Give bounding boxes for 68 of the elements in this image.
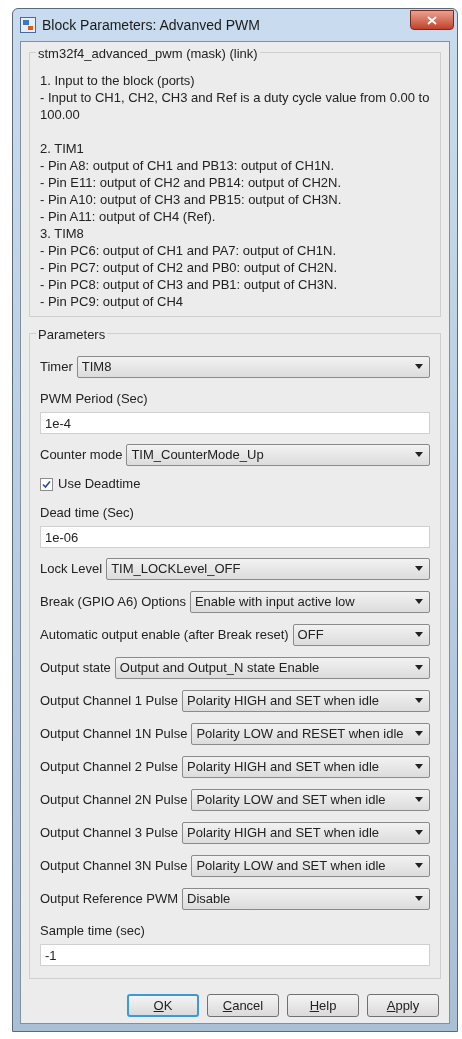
dropdown-arrow-icon (415, 863, 423, 868)
dropdown[interactable]: Enable with input active low (189, 590, 430, 613)
description-text: 3. TIM8 (40, 224, 85, 242)
description-text: - Pin PC8: output of CH3 and PB1: output of CH3N. (40, 275, 338, 293)
dropdown[interactable]: Output and Output_N state Enable (114, 656, 430, 679)
field-label: Break (GPIO A6) Options (40, 592, 186, 611)
field-label: Output state (40, 658, 111, 677)
field-label: Output Channel 2 Pulse (40, 757, 179, 776)
description-text: - Pin E11: output of CH2 and PB14: output of CH2N. (40, 173, 343, 191)
field-label: Lock Level (40, 559, 103, 578)
dropdown-arrow-icon (415, 364, 423, 369)
dropdown-arrow-icon (415, 797, 423, 802)
description-text: - Pin A11: output of CH4 (Ref). (40, 207, 217, 225)
dialog-button[interactable]: Help (287, 994, 359, 1017)
close-icon (427, 15, 437, 25)
dialog-button[interactable]: Apply (367, 994, 439, 1017)
dropdown-arrow-icon (415, 599, 423, 604)
checkbox-label: Use Deadtime (58, 475, 141, 494)
description-text: - Pin PC7: output of CH2 and PB0: output of CH2N. (40, 258, 338, 276)
input-field[interactable]: 1e-06 (40, 526, 430, 548)
dialog-button[interactable]: OK (127, 994, 199, 1017)
input-field[interactable]: -1 (40, 944, 430, 966)
dropdown[interactable]: TIM_CounterMode_Up (126, 443, 430, 466)
field-label: Output Channel 1N Pulse (40, 724, 188, 743)
dropdown[interactable]: OFF (292, 623, 430, 646)
dropdown[interactable]: Polarity LOW and SET when idle (191, 788, 430, 811)
field-label: Output Channel 3 Pulse (40, 823, 179, 842)
dropdown[interactable]: Polarity LOW and RESET when idle (191, 722, 430, 745)
dropdown-arrow-icon (415, 566, 423, 571)
dropdown[interactable]: Polarity HIGH and SET when idle (182, 755, 430, 778)
app-icon (20, 17, 36, 33)
dropdown[interactable]: Polarity HIGH and SET when idle (182, 821, 430, 844)
dropdown[interactable]: Polarity LOW and SET when idle (191, 854, 430, 877)
dropdown-arrow-icon (415, 764, 423, 769)
description-text: - Pin PC6: output of CH1 and PA7: output of CH1N. (40, 241, 338, 259)
dropdown-arrow-icon (415, 698, 423, 703)
field-label: Output Channel 3N Pulse (40, 856, 188, 875)
description-text: - Pin A8: output of CH1 and PB13: output of CH1N. (40, 156, 336, 174)
field-label: Automatic output enable (after Break reset) (40, 625, 289, 644)
field-label: Output Reference PWM (40, 889, 178, 908)
dialog-button[interactable]: Cancel (207, 994, 279, 1017)
checkbox[interactable] (40, 477, 53, 491)
description-text: - Input to CH1, CH2, CH3 and Ref is a duty cycle value from 0.00 to 100.00 (40, 88, 430, 123)
field-label: Output Channel 1 Pulse (40, 691, 179, 710)
description-text: - Pin PC9: output of CH4 (40, 292, 185, 310)
description-text: - Pin A10: output of CH3 and PB15: output of CH3N. (40, 190, 343, 208)
checkmark-icon (42, 479, 51, 489)
input-field[interactable]: 1e-4 (40, 412, 430, 434)
dropdown[interactable]: Polarity HIGH and SET when idle (182, 689, 430, 712)
dropdown-arrow-icon (415, 896, 423, 901)
dropdown[interactable]: TIM8 (76, 355, 430, 378)
description-text: 1. Input to the block (ports) (40, 71, 196, 89)
close-button[interactable] (410, 10, 454, 30)
dropdown-arrow-icon (415, 731, 423, 736)
description-text: 2. TIM1 (40, 139, 85, 157)
window-title: Block Parameters: Advanved PWM (42, 15, 260, 35)
field-label: Sample time (sec) (40, 922, 146, 940)
field-label: Dead time (Sec) (40, 504, 135, 522)
dropdown-arrow-icon (415, 830, 423, 835)
dropdown-arrow-icon (415, 452, 423, 457)
dropdown[interactable]: TIM_LOCKLevel_OFF (106, 557, 430, 580)
dropdown-arrow-icon (415, 665, 423, 670)
dropdown-arrow-icon (415, 632, 423, 637)
field-label: Timer (40, 357, 73, 376)
field-label: Output Channel 2N Pulse (40, 790, 188, 809)
field-label: PWM Period (Sec) (40, 390, 149, 408)
dropdown[interactable]: Disable (182, 887, 430, 910)
field-label: Counter mode (40, 445, 123, 464)
